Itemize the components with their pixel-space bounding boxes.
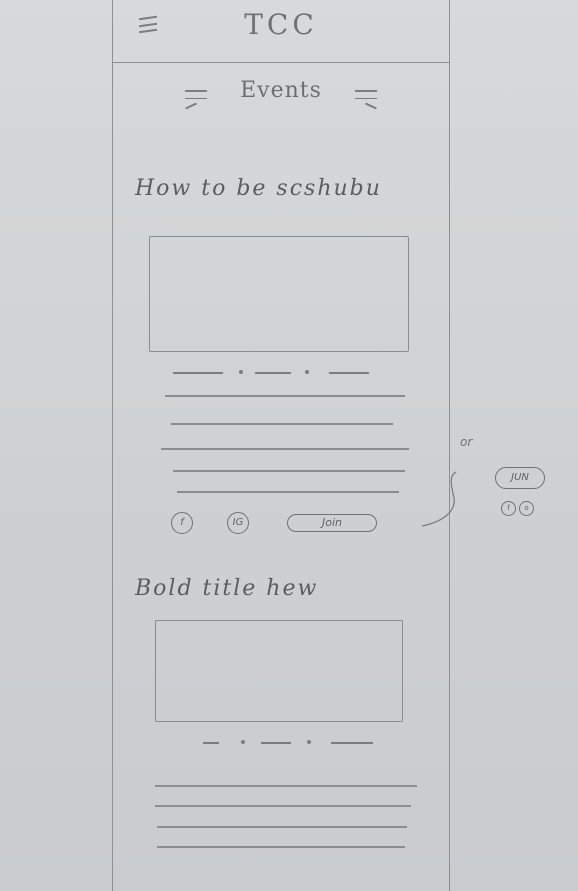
decorative-lines-left-icon	[185, 84, 207, 112]
sketch-paper: TCC Events How to be scshubu f IG Join B…	[0, 0, 578, 891]
join-button[interactable]: Join	[287, 514, 377, 532]
decorative-lines-right-icon	[355, 84, 377, 112]
description-line	[161, 448, 409, 450]
top-bar: TCC	[113, 0, 449, 63]
instagram-icon[interactable]: o	[519, 501, 534, 516]
description-line	[155, 805, 411, 807]
section-title: Events	[240, 78, 322, 103]
app-title: TCC	[244, 8, 318, 41]
description-line	[157, 846, 405, 848]
description-line	[157, 826, 407, 828]
event-image-placeholder	[149, 236, 409, 352]
annotation-arrow-icon	[421, 471, 457, 527]
alt-join-button[interactable]: JUN	[495, 467, 545, 489]
event-image-placeholder	[155, 620, 403, 722]
instagram-icon[interactable]: IG	[227, 512, 249, 534]
description-line	[171, 423, 393, 425]
event-title: Bold title hew	[135, 576, 319, 601]
facebook-icon[interactable]: f	[171, 512, 193, 534]
section-header: Events	[113, 78, 449, 109]
event-meta	[173, 370, 403, 376]
description-line	[155, 785, 417, 787]
description-line	[177, 491, 399, 493]
description-line	[165, 395, 405, 397]
description-line	[173, 470, 405, 472]
event-meta	[203, 740, 383, 746]
event-title: How to be scshubu	[135, 176, 382, 201]
facebook-icon[interactable]: f	[501, 501, 516, 516]
phone-frame: TCC Events How to be scshubu f IG Join B…	[112, 0, 450, 891]
or-label: or	[460, 435, 473, 449]
